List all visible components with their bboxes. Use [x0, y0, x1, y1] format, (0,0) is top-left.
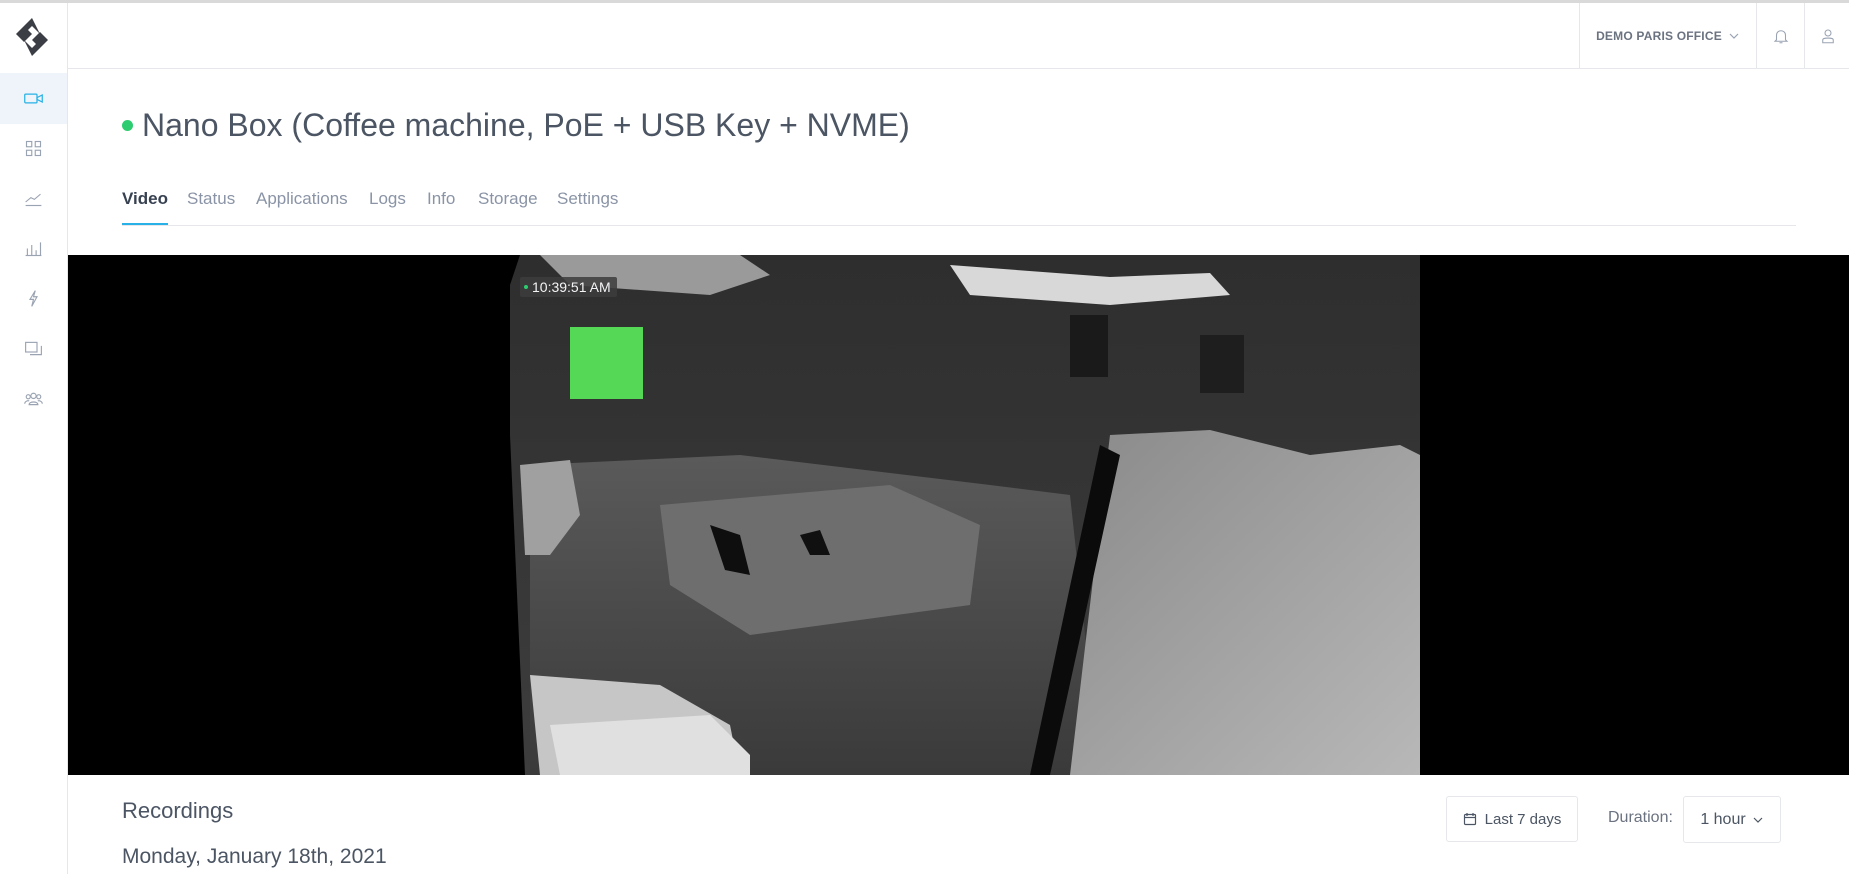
recordings-date: Monday, January 18th, 2021 — [122, 845, 387, 868]
users-icon — [24, 392, 43, 406]
site-selector[interactable]: DEMO PARIS OFFICE — [1579, 3, 1756, 68]
tab-info[interactable]: Info — [427, 184, 455, 225]
sidebar — [0, 3, 68, 874]
user-menu-button[interactable] — [1804, 3, 1849, 68]
notifications-button[interactable] — [1756, 3, 1805, 68]
sidebar-item-events[interactable] — [0, 273, 67, 324]
page-title: Nano Box (Coffee machine, PoE + USB Key … — [142, 106, 910, 143]
grid-icon — [25, 140, 42, 157]
site-selector-label: DEMO PARIS OFFICE — [1596, 28, 1722, 43]
tab-status[interactable]: Status — [187, 184, 235, 225]
duration-select[interactable]: 1 hour — [1683, 796, 1781, 843]
logo-icon — [16, 18, 48, 56]
sidebar-item-users[interactable] — [0, 373, 67, 424]
video-player[interactable]: 10:39:51 AM — [68, 255, 1849, 775]
tab-storage[interactable]: Storage — [478, 184, 538, 225]
video-timestamp: 10:39:51 AM — [520, 277, 617, 297]
sidebar-item-devices[interactable] — [0, 323, 67, 374]
bar-chart-icon — [25, 242, 42, 257]
calendar-icon — [1463, 813, 1476, 826]
tab-video[interactable]: Video — [122, 184, 168, 225]
tab-settings[interactable]: Settings — [557, 184, 618, 225]
chevron-down-icon — [1729, 33, 1739, 39]
tab-logs[interactable]: Logs — [369, 184, 406, 225]
chevron-down-icon — [1753, 817, 1763, 823]
device-tabs: Video Status Applications Logs Info Stor… — [122, 184, 1796, 226]
screens-icon — [25, 341, 42, 356]
sidebar-item-dashboard[interactable] — [0, 123, 67, 174]
live-dot — [524, 285, 528, 289]
video-camera-icon — [24, 93, 43, 104]
video-timestamp-text: 10:39:51 AM — [532, 279, 611, 295]
detection-zone-overlay[interactable] — [570, 327, 643, 399]
logo[interactable] — [10, 15, 54, 59]
sidebar-item-video[interactable] — [0, 73, 67, 124]
user-icon — [1821, 28, 1834, 43]
duration-value: 1 hour — [1700, 810, 1746, 828]
page-title-row: Nano Box (Coffee machine, PoE + USB Key … — [122, 103, 910, 147]
top-header: DEMO PARIS OFFICE — [68, 3, 1849, 69]
date-range-button[interactable]: Last 7 days — [1446, 796, 1578, 842]
duration-label: Duration: — [1608, 809, 1673, 826]
line-chart-icon — [25, 193, 42, 207]
lightning-icon — [28, 290, 38, 307]
video-frame — [510, 255, 1420, 775]
date-range-label: Last 7 days — [1484, 810, 1562, 828]
depth-camera-image — [510, 255, 1420, 775]
sidebar-item-analytics[interactable] — [0, 173, 67, 224]
online-status-dot — [122, 119, 133, 131]
sidebar-item-reports[interactable] — [0, 223, 67, 274]
bell-icon — [1773, 29, 1789, 43]
tab-applications[interactable]: Applications — [256, 184, 348, 225]
recordings-title: Recordings — [122, 798, 234, 823]
